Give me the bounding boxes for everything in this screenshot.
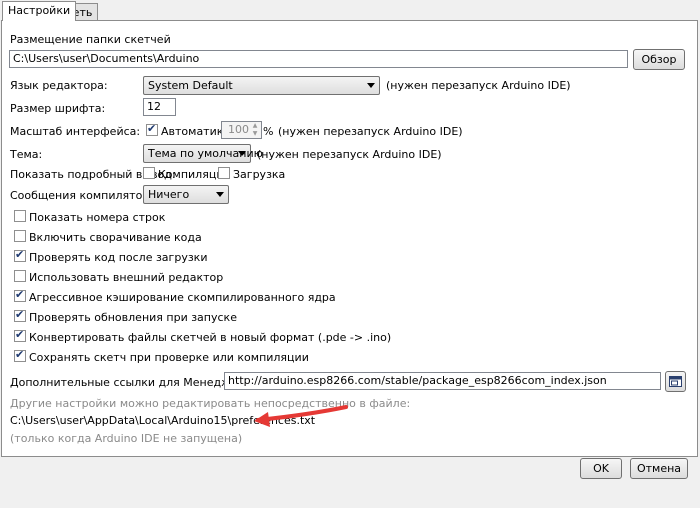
theme-label: Тема: — [10, 148, 43, 161]
option-checkbox[interactable] — [14, 288, 26, 302]
warnings-value: Ничего — [148, 188, 190, 201]
scale-unit: % — [263, 125, 274, 138]
warnings-label: Сообщения компилятора: — [10, 189, 160, 202]
ok-button[interactable]: OK — [580, 458, 622, 479]
font-size-label: Размер шрифта: — [10, 102, 106, 115]
spinner-icon[interactable]: ▲ ▼ — [250, 122, 260, 138]
option-label: Включить сворачивание кода — [29, 231, 202, 244]
verbose-upload-checkbox[interactable] — [218, 167, 230, 179]
option-checkbox[interactable] — [14, 210, 26, 222]
chevron-down-icon — [216, 192, 224, 197]
theme-select[interactable]: Тема по умолчанию — [143, 144, 263, 163]
language-label: Язык редактора: — [10, 79, 108, 92]
dialog-footer: OK Отмена — [0, 457, 700, 508]
option-label: Показать номера строк — [29, 211, 166, 224]
tab-settings[interactable]: Настройки — [2, 1, 77, 21]
sketchbook-path-field[interactable]: C:\Users\user\Documents\Arduino — [9, 50, 628, 68]
sketchbook-label: Размещение папки скетчей — [10, 33, 171, 46]
scale-restart-note: (нужен перезапуск Arduino IDE) — [278, 125, 463, 138]
option-label: Агрессивное кэширование скомпилированног… — [29, 291, 336, 304]
option-checkbox[interactable] — [14, 328, 26, 342]
warnings-select[interactable]: Ничего — [143, 185, 229, 204]
option-label: Использовать внешний редактор — [29, 271, 224, 284]
font-size-field[interactable]: 12 — [143, 98, 176, 116]
option-checkbox[interactable] — [14, 248, 26, 262]
option-label: Проверять обновления при запуске — [29, 311, 237, 324]
cancel-button[interactable]: Отмена — [630, 458, 688, 479]
option-label: Сохранять скетч при проверке или компиля… — [29, 351, 309, 364]
option-checkbox[interactable] — [14, 230, 26, 242]
language-restart-note: (нужен перезапуск Arduino IDE) — [386, 79, 571, 92]
language-select[interactable]: System Default — [143, 76, 380, 95]
option-label: Проверять код после загрузки — [29, 251, 208, 264]
option-checkbox[interactable] — [14, 270, 26, 282]
option-checkbox[interactable] — [14, 348, 26, 362]
scale-auto-checkbox[interactable] — [146, 122, 158, 136]
red-arrow-icon — [254, 405, 348, 427]
theme-restart-note: (нужен перезапуск Arduino IDE) — [257, 148, 442, 161]
chevron-down-icon — [367, 83, 375, 88]
verbose-upload-label: Загрузка — [233, 168, 286, 181]
scale-label: Масштаб интерфейса: — [10, 125, 141, 138]
edit-urls-button[interactable] — [665, 371, 686, 392]
verbose-compile-checkbox[interactable] — [143, 167, 155, 179]
option-checkbox[interactable] — [14, 308, 26, 322]
language-value: System Default — [148, 79, 233, 92]
browse-button[interactable]: Обзор — [633, 49, 685, 70]
boards-manager-url-field[interactable]: http://arduino.esp8266.com/stable/packag… — [224, 372, 661, 390]
chevron-down-icon — [238, 151, 246, 156]
window-icon — [669, 376, 682, 387]
scale-auto-label: Автоматика — [161, 125, 231, 138]
prefs-hint: (только когда Arduino IDE не запущена) — [10, 432, 243, 445]
option-label: Конвертировать файлы скетчей в новый фор… — [29, 331, 392, 344]
